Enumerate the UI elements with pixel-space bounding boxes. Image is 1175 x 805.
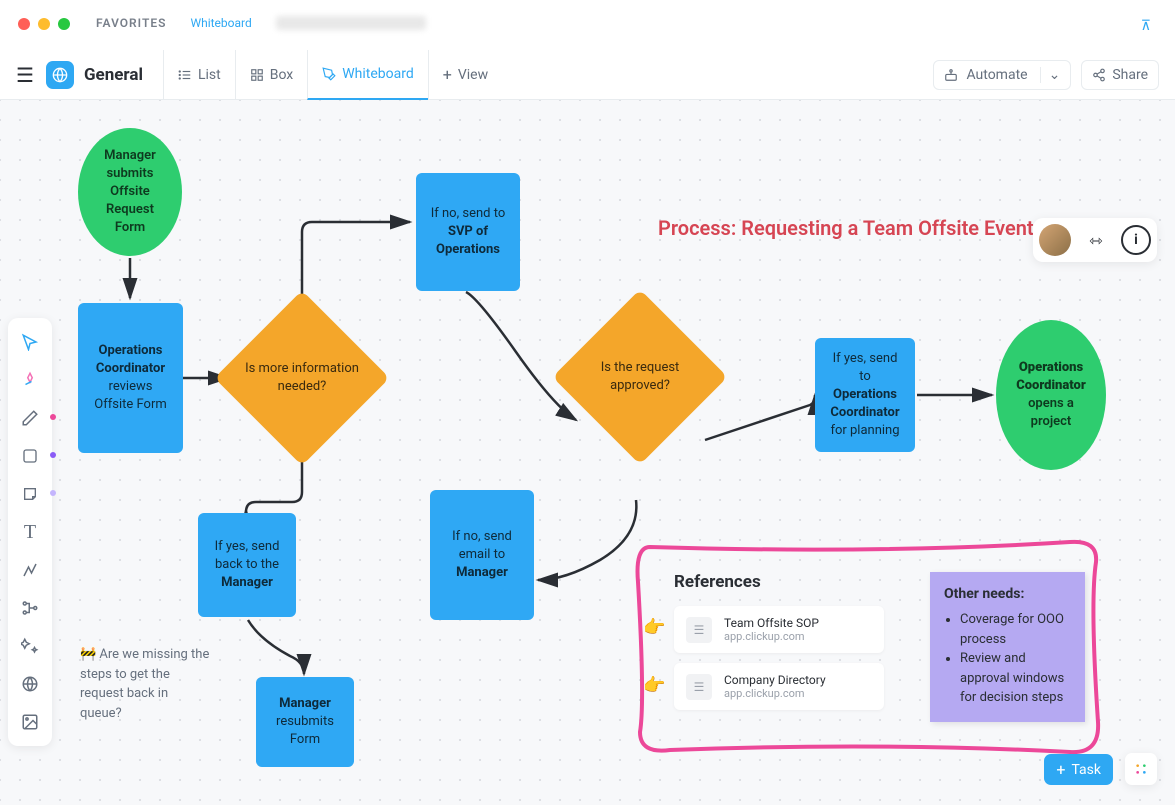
fit-width-icon[interactable]: ⇿: [1081, 225, 1111, 255]
ai-tool[interactable]: [12, 628, 48, 664]
tab-whiteboard-view[interactable]: Whiteboard: [307, 50, 428, 100]
text-tool[interactable]: T: [12, 514, 48, 550]
pointer-emoji: 👉: [643, 675, 665, 696]
cursor-tool[interactable]: [12, 324, 48, 360]
canvas-controls: ⇿ i: [1033, 218, 1157, 262]
node-svp[interactable]: If no, send toSVP of Operations: [416, 173, 520, 291]
tab-list[interactable]: List: [163, 50, 235, 100]
add-view-button[interactable]: +View: [428, 50, 502, 100]
web-tool[interactable]: [12, 666, 48, 702]
pointer-emoji: 👉: [643, 617, 665, 638]
image-tool[interactable]: [12, 704, 48, 740]
references-panel: References ☰Team Offsite SOPapp.clickup.…: [674, 572, 884, 720]
references-title: References: [674, 572, 884, 592]
menu-icon[interactable]: ☰: [16, 63, 34, 87]
node-open[interactable]: Operations Coordinatoropens a project: [996, 320, 1106, 470]
avatar[interactable]: [1039, 224, 1071, 256]
doc-icon: ☰: [686, 617, 712, 643]
connector-tool[interactable]: [12, 552, 48, 588]
tab-box[interactable]: Box: [235, 50, 308, 100]
reference-card[interactable]: ☰Company Directoryapp.clickup.com: [674, 663, 884, 710]
sticky-note[interactable]: Other needs: Coverage for OOO processRev…: [930, 572, 1085, 722]
shape-tool[interactable]: [12, 438, 48, 474]
window-controls[interactable]: [18, 18, 70, 30]
mindmap-tool[interactable]: [12, 590, 48, 626]
apps-button[interactable]: [1125, 753, 1157, 785]
toolbar: T: [8, 318, 52, 746]
process-title: Process: Requesting a Team Offsite Event: [658, 216, 1034, 240]
sticky-tool[interactable]: [12, 476, 48, 512]
node-resubmit[interactable]: Managerresubmits Form: [256, 677, 354, 767]
reference-card[interactable]: ☰Team Offsite SOPapp.clickup.com: [674, 606, 884, 653]
pen-tool[interactable]: [12, 400, 48, 436]
node-approved[interactable]: Is the request approved?: [578, 315, 702, 439]
task-button[interactable]: +Task: [1044, 754, 1113, 785]
space-icon[interactable]: [46, 61, 74, 89]
view-tabs: List Box Whiteboard +View: [163, 50, 502, 100]
top-tabs: FAVORITES Whiteboard: [96, 16, 426, 30]
page-title: General: [84, 65, 143, 85]
node-noemail[interactable]: If no, send email toManager: [430, 490, 534, 620]
generate-tool[interactable]: [12, 362, 48, 398]
share-button[interactable]: Share: [1081, 60, 1159, 90]
comment-note[interactable]: 🚧 Are we missing the steps to get the re…: [80, 645, 210, 723]
whiteboard-canvas[interactable]: ⇿ i Manager submits Offsite Request Form…: [0, 100, 1175, 805]
node-review[interactable]: Operations Coordinatorreviews Offsite Fo…: [78, 303, 183, 453]
pin-icon[interactable]: ⊼: [1141, 18, 1151, 34]
node-resend[interactable]: If yes, send back to theManager: [198, 513, 296, 617]
automate-button[interactable]: Automate⌄: [933, 60, 1071, 90]
node-info-needed[interactable]: Is more information needed?: [240, 316, 364, 440]
node-plan[interactable]: If yes, send toOperations Coordinatorfor…: [815, 338, 915, 452]
node-start[interactable]: Manager submits Offsite Request Form: [78, 128, 182, 256]
header: ☰ General List Box Whiteboard +View Auto…: [0, 50, 1175, 100]
favorites-label: FAVORITES: [96, 16, 166, 30]
info-icon[interactable]: i: [1121, 225, 1151, 255]
doc-icon: ☰: [686, 674, 712, 700]
tab-whiteboard[interactable]: Whiteboard: [190, 16, 251, 30]
tab-blurred: [276, 16, 426, 30]
chevron-down-icon[interactable]: ⌄: [1040, 67, 1061, 83]
